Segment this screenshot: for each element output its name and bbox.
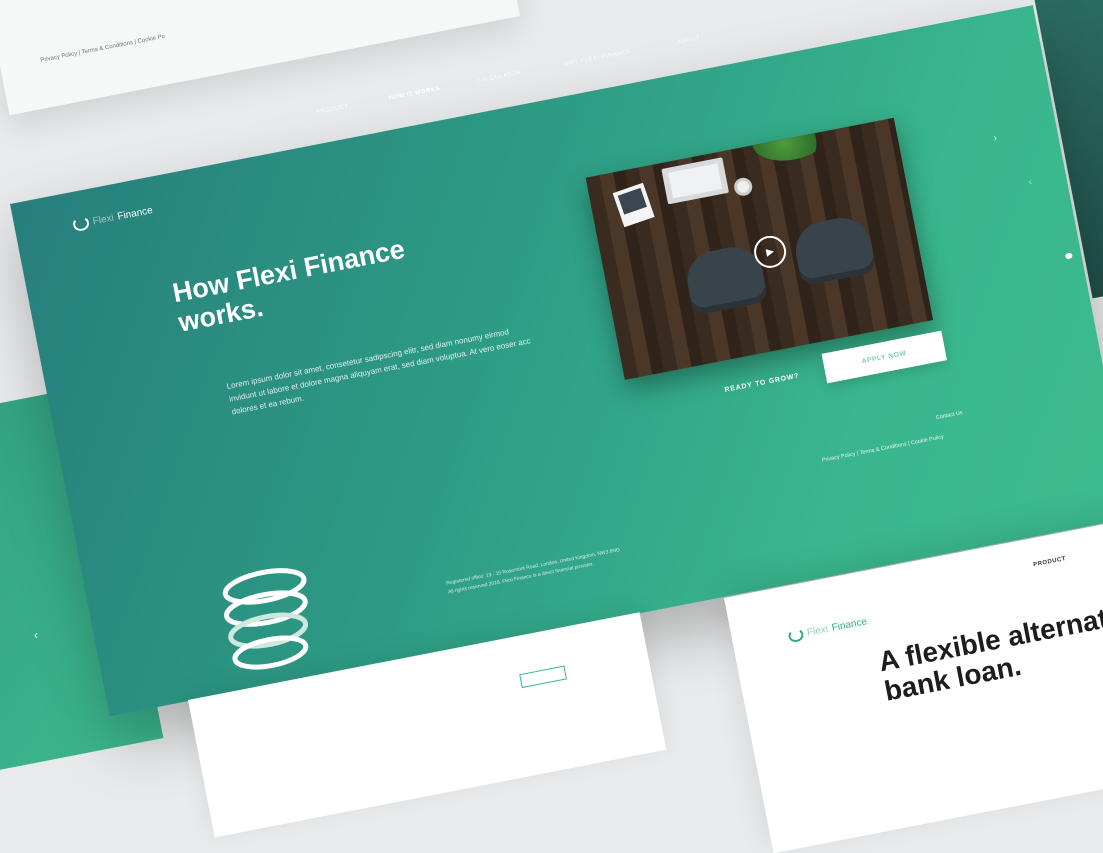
- nav-product[interactable]: PRODUCT: [316, 104, 350, 116]
- contact-us-link[interactable]: Contact Us: [935, 410, 963, 421]
- ready-to-grow-label: READY TO GROW?: [724, 372, 800, 394]
- next-arrow-icon[interactable]: ›: [993, 133, 998, 144]
- polaroid-image: [612, 182, 655, 228]
- chair-right-image: [790, 212, 877, 287]
- product-page-logo[interactable]: Flexi Finance: [787, 615, 868, 644]
- logo[interactable]: Flexi Finance: [71, 203, 154, 233]
- coil-logo-icon: [222, 568, 309, 670]
- nav-how-it-works[interactable]: HOW IT WORKS: [388, 86, 441, 102]
- product-logo-text-flexi: Flexi: [806, 623, 830, 639]
- product-logo-coil-icon: [787, 627, 805, 644]
- logo-text-finance: Finance: [116, 204, 154, 223]
- top-page-strip: [0, 0, 521, 116]
- left-page-prev-arrow-icon[interactable]: ‹: [34, 628, 38, 642]
- registered-line-2: All rights reserved 2018. Flexi Finance …: [447, 561, 595, 596]
- play-glyph: ▶: [765, 245, 775, 258]
- product-logo-text-finance: Finance: [830, 616, 868, 634]
- product-headline: A flexible alternative to a bank loan.: [876, 584, 1103, 707]
- product-nav-item[interactable]: PRODUCT: [1033, 556, 1067, 568]
- nav-why-flexi-finance[interactable]: WHY FLEXI FINANCE: [563, 49, 632, 68]
- registered-office-text: Registered office: 13 - 15 Rosemont Road…: [446, 523, 744, 598]
- video-thumbnail[interactable]: ▶: [585, 117, 934, 380]
- hero-body-text: Lorem ipsum dolor sit amet, consetetur s…: [225, 327, 532, 417]
- nav-calculator[interactable]: CALCULATOR: [477, 70, 522, 84]
- nav-about[interactable]: ABOUT: [677, 35, 701, 45]
- prev-arrow-icon[interactable]: ‹: [1028, 177, 1033, 188]
- plant-image: [748, 117, 834, 167]
- chat-bubble-icon[interactable]: [1064, 252, 1073, 260]
- logo-coil-icon: [71, 215, 91, 233]
- registered-line-1: Registered office: 13 - 15 Rosemont Road…: [445, 547, 621, 587]
- legal-links[interactable]: Privacy Policy | Terms & Conditions | Co…: [821, 434, 944, 464]
- coffee-cup-image: [732, 176, 754, 198]
- apply-now-button[interactable]: APPLY NOW: [821, 330, 947, 384]
- hero-title: How Flexi Finance works.: [170, 233, 408, 338]
- laptop-image: [661, 157, 730, 205]
- logo-text-flexi: Flexi: [91, 212, 115, 227]
- bottom-card-button[interactable]: [519, 665, 568, 689]
